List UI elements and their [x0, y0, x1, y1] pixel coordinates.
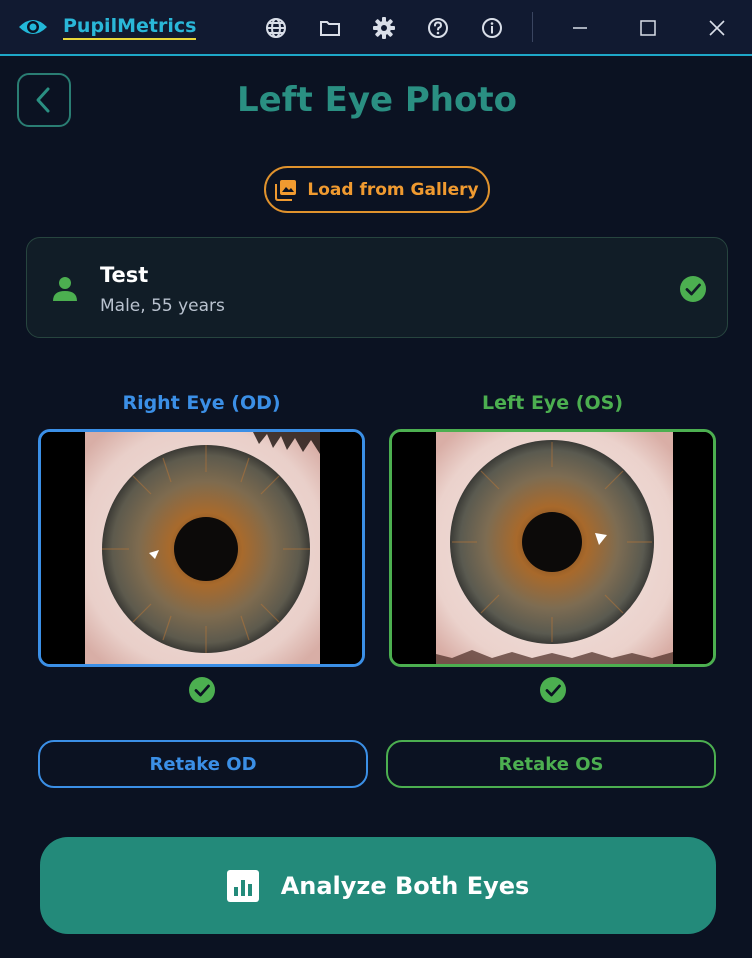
person-icon [51, 275, 79, 303]
page-title: Left Eye Photo [237, 80, 517, 120]
patient-name: Test [100, 263, 149, 287]
load-from-gallery-button[interactable]: Load from Gallery [264, 166, 490, 213]
retake-os-button[interactable]: Retake OS [386, 740, 716, 788]
close-icon[interactable] [702, 13, 732, 43]
left-eye-photo[interactable] [389, 429, 716, 667]
app-title: PupilMetrics [63, 15, 197, 40]
left-eye-check-icon [539, 676, 567, 704]
check-circle-icon [679, 275, 707, 303]
globe-icon[interactable] [264, 16, 288, 40]
right-eye-photo[interactable] [38, 429, 365, 667]
left-eye-label: Left Eye (OS) [481, 392, 624, 414]
analyze-button-label: Analyze Both Eyes [280, 871, 530, 900]
eye-logo-icon [18, 15, 48, 39]
gallery-button-label: Load from Gallery [307, 179, 479, 200]
help-icon[interactable] [426, 16, 450, 40]
patient-details: Male, 55 years [100, 296, 225, 316]
titlebar-divider [532, 12, 533, 42]
app-window: PupilMetrics Left Eye Photo Load from Ga… [0, 0, 752, 958]
gallery-icon [275, 179, 297, 201]
analyze-both-eyes-button[interactable]: Analyze Both Eyes [40, 837, 716, 934]
patient-card[interactable]: Test Male, 55 years [26, 237, 728, 338]
minimize-icon[interactable] [565, 13, 595, 43]
folder-icon[interactable] [318, 16, 342, 40]
right-eye-label: Right Eye (OD) [122, 392, 281, 414]
retake-od-button[interactable]: Retake OD [38, 740, 368, 788]
maximize-icon[interactable] [633, 13, 663, 43]
info-icon[interactable] [480, 16, 504, 40]
gear-icon[interactable] [372, 16, 396, 40]
right-eye-check-icon [188, 676, 216, 704]
title-bar: PupilMetrics [0, 0, 752, 56]
bar-chart-icon [226, 869, 259, 902]
